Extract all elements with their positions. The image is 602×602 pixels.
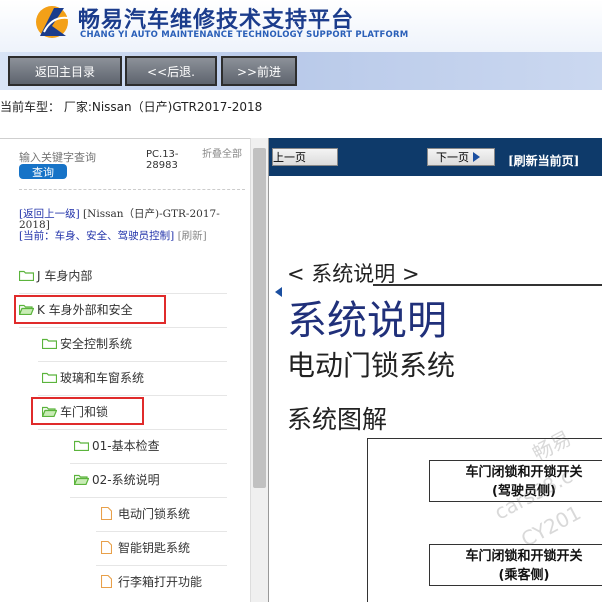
folder-open-icon: [74, 474, 89, 485]
prev-page-button[interactable]: 上一页: [272, 148, 338, 297]
tree-item-system-description[interactable]: 02-系统说明: [74, 469, 160, 489]
breadcrumb: [返回上一级] [Nissan（日产)-GTR-2017-2018] [当前：车…: [19, 209, 229, 242]
tree-item-j-body-interior[interactable]: J 车身内部: [19, 265, 92, 285]
document-pane: 上一页 下一页 [刷新当前页] < 系统说明 > 系统说明 电动门锁系统 系统图…: [268, 138, 602, 602]
tree-item-label: J 车身内部: [37, 268, 93, 283]
tree-divider: [38, 361, 227, 362]
folder-icon: [19, 270, 34, 281]
tree-item-intelligent-key[interactable]: 智能钥匙系统: [101, 537, 190, 557]
search-button[interactable]: 查询: [19, 164, 67, 179]
document-subheading: 电动门锁系统: [287, 349, 456, 382]
tree-divider: [96, 565, 227, 566]
diagram-title: 系统图解: [287, 405, 388, 434]
tree-divider: [19, 327, 227, 328]
arrow-right-icon: [473, 152, 480, 162]
back-button[interactable]: <<后退.: [125, 56, 217, 86]
next-page-label: 下一页: [436, 151, 469, 164]
folder-icon: [42, 338, 57, 349]
scrollbar-thumb[interactable]: [253, 148, 266, 488]
tree-item-label: 安全控制系统: [60, 336, 133, 351]
logo-icon: [36, 6, 69, 38]
refresh-page-link[interactable]: [刷新当前页]: [508, 152, 579, 169]
tree-item-label: 01-基本检查: [92, 438, 160, 453]
document-heading: 系统说明: [287, 298, 447, 344]
prev-page-label: 上一页: [273, 151, 306, 164]
highlight-box: [31, 397, 144, 425]
diagram-box-passenger-switch: 车门闭锁和开锁开关 (乘客侧): [429, 544, 602, 586]
folder-icon: [42, 372, 57, 383]
tree-item-basic-check[interactable]: 01-基本检查: [74, 435, 160, 455]
collapse-all-link[interactable]: 折叠全部: [202, 149, 246, 160]
pc-code: PC.13-28983: [146, 149, 179, 171]
tree-divider: [38, 395, 227, 396]
tree-divider: [70, 497, 227, 498]
diagram-box-line: 车门闭锁和开锁开关: [465, 549, 583, 564]
tree-item-safety-control[interactable]: 安全控制系统: [42, 333, 132, 353]
arrow-left-icon: [275, 287, 282, 297]
current-prefix: [当前：: [19, 230, 55, 242]
current-path: 车身、安全、驾驶员控制]: [54, 230, 175, 242]
diagram-box-line: (乘客侧): [498, 568, 550, 583]
tree-item-label: 智能钥匙系统: [118, 540, 191, 555]
page-icon: [101, 574, 112, 588]
sidebar: 查询 PC.13-28983 折叠全部 [返回上一级] [Nissan（日产)-…: [0, 138, 268, 602]
tree-item-trunk-open[interactable]: 行李箱打开功能: [101, 571, 202, 591]
current-car-label: 当前车型： 厂家:Nissan（日产)GTR2017-2018: [0, 100, 263, 114]
tree-divider: [19, 293, 227, 294]
section-rule: [373, 284, 602, 286]
home-button[interactable]: 返回主目录: [8, 56, 122, 86]
main-toolbar: 返回主目录 <<后退. >>前进: [0, 52, 602, 90]
tree-divider: [70, 463, 227, 464]
refresh-tree-link[interactable]: [刷新]: [178, 230, 207, 242]
divider: [19, 189, 245, 190]
page-icon: [101, 540, 112, 554]
tree-item-power-door-lock[interactable]: 电动门锁系统: [101, 503, 190, 523]
next-page-button[interactable]: 下一页: [427, 148, 495, 166]
tree-divider: [96, 531, 227, 532]
diagram-box-line: 车门闭锁和开锁开关: [465, 465, 583, 480]
folder-icon: [74, 440, 89, 451]
app-header: 畅易汽车维修技术支持平台 CHANG YI AUTO MAINTENANCE T…: [0, 0, 602, 52]
sidebar-scrollbar[interactable]: [250, 138, 268, 602]
diagram-box-driver-switch: 车门闭锁和开锁开关 (驾驶员侧): [429, 460, 602, 502]
tree-item-label: 02-系统说明: [92, 472, 160, 487]
tree-item-label: 行李箱打开功能: [118, 574, 203, 589]
diagram-box-line: (驾驶员侧): [492, 484, 556, 499]
page-icon: [101, 506, 112, 520]
tree-divider: [38, 429, 227, 430]
forward-button[interactable]: >>前进: [221, 56, 297, 86]
tree-item-glass-windows[interactable]: 玻璃和车窗系统: [42, 367, 144, 387]
highlight-box: [14, 295, 166, 324]
tree-item-label: 电动门锁系统: [118, 506, 191, 521]
tree-item-label: 玻璃和车窗系统: [60, 370, 145, 385]
document-toolbar: 上一页 下一页 [刷新当前页]: [269, 138, 602, 297]
app-subtitle: CHANG YI AUTO MAINTENANCE TECHNOLOGY SUP…: [80, 30, 409, 40]
